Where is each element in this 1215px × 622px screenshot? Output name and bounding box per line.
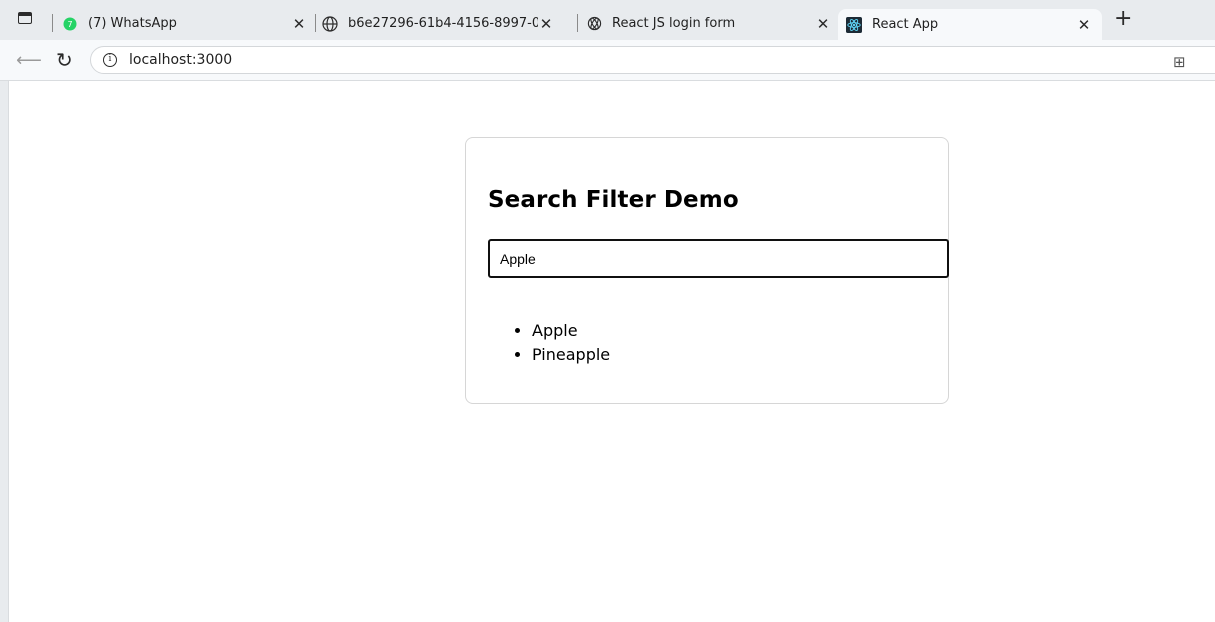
tab-actions-icon[interactable] [18,12,32,24]
list-item: Apple [532,319,610,343]
results-list: Apple Pineapple [488,319,610,367]
globe-icon [322,15,338,32]
close-tab-icon[interactable]: ✕ [815,15,831,33]
close-tab-icon[interactable]: ✕ [1076,16,1092,34]
url-text: localhost:3000 [129,52,233,68]
tab-react-app[interactable]: React App ✕ [838,9,1102,40]
reload-icon[interactable]: ↻ [56,48,73,72]
tab-react-login[interactable]: React JS login form ✕ [586,9,831,38]
tab-whatsapp[interactable]: 7 (7) WhatsApp ✕ [62,9,307,38]
tab-separator [315,14,316,32]
page-content: Search Filter Demo Apple Pineapple [8,81,1215,622]
svg-text:7: 7 [67,20,72,29]
browser-window: 7 (7) WhatsApp ✕ b6e27296-61b4-4156-8997… [0,0,1215,622]
tab-separator [577,14,578,32]
whatsapp-icon: 7 [62,16,78,32]
search-input[interactable] [488,239,949,278]
list-item: Pineapple [532,343,610,367]
new-tab-button[interactable]: + [1114,8,1132,30]
tab-title: React App [872,17,939,32]
openai-icon [586,16,602,32]
address-toolbar: ⟵ ↻ i localhost:3000 ⊞ [0,40,1215,81]
tab-title: React JS login form [612,16,736,31]
back-arrow-icon[interactable]: ⟵ [16,50,42,71]
tab-strip: 7 (7) WhatsApp ✕ b6e27296-61b4-4156-8997… [0,0,1215,40]
tab-uuid[interactable]: b6e27296-61b4-4156-8997-0e8a ✕ [322,9,567,38]
extensions-icon[interactable]: ⊞ [1173,53,1186,71]
close-tab-icon[interactable]: ✕ [291,15,307,33]
search-card: Search Filter Demo Apple Pineapple [465,137,949,404]
page-title: Search Filter Demo [488,187,739,213]
address-bar[interactable]: i localhost:3000 [90,46,1215,74]
close-tab-icon[interactable]: ✕ [538,15,554,33]
tab-separator [52,14,53,32]
site-info-icon[interactable]: i [103,53,117,67]
tab-title: b6e27296-61b4-4156-8997-0e8a [348,16,538,31]
tab-title: (7) WhatsApp [88,16,177,31]
react-icon [846,16,862,33]
